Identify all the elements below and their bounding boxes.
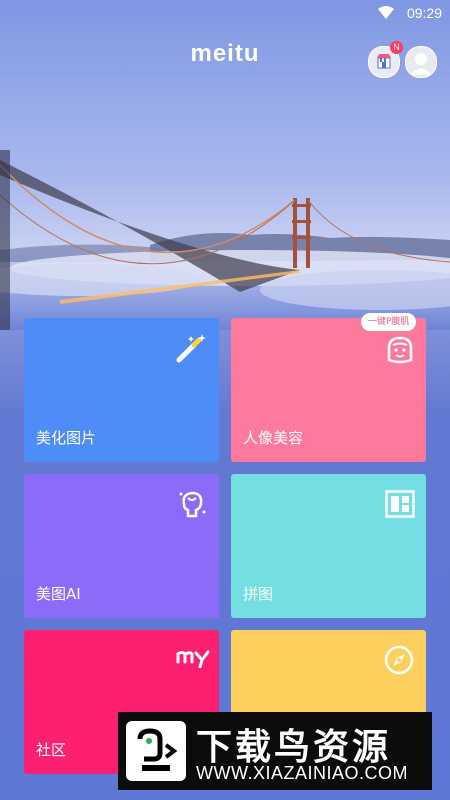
community-logo-icon [176, 648, 210, 672]
status-time: 09:29 [406, 5, 442, 21]
avatar-button[interactable] [405, 46, 437, 78]
status-bar: 09:29 [0, 0, 450, 28]
tile-meitu-ai[interactable]: 美图AI [24, 474, 219, 618]
user-avatar-icon [410, 53, 432, 75]
watermark-url: WWW.XIAZAINIAO.COM [196, 763, 408, 783]
store-badge: N [390, 41, 403, 54]
wifi-icon [378, 6, 394, 23]
collage-icon [385, 490, 415, 522]
tile-beautify-photo[interactable]: 美化图片 [24, 318, 219, 462]
face-icon [385, 334, 415, 368]
tile-label: 人像美容 [243, 429, 304, 447]
bird-logo-icon [126, 721, 186, 781]
compass-icon [383, 644, 415, 680]
promo-bubble: 一键P腹肌 [361, 313, 417, 331]
tile-collage[interactable]: 拼图 [231, 474, 426, 618]
magic-wand-icon [174, 330, 208, 368]
ai-head-icon [176, 488, 208, 524]
tile-portrait-beauty[interactable]: 人像美容 [231, 318, 426, 462]
tile-label: 美图AI [36, 585, 81, 603]
tile-label: 社区 [36, 741, 67, 759]
tile-label: 拼图 [243, 585, 274, 603]
watermark-banner: 下载鸟资源 WWW.XIAZAINIAO.COM [118, 712, 432, 790]
tile-label: 美化图片 [36, 429, 97, 447]
